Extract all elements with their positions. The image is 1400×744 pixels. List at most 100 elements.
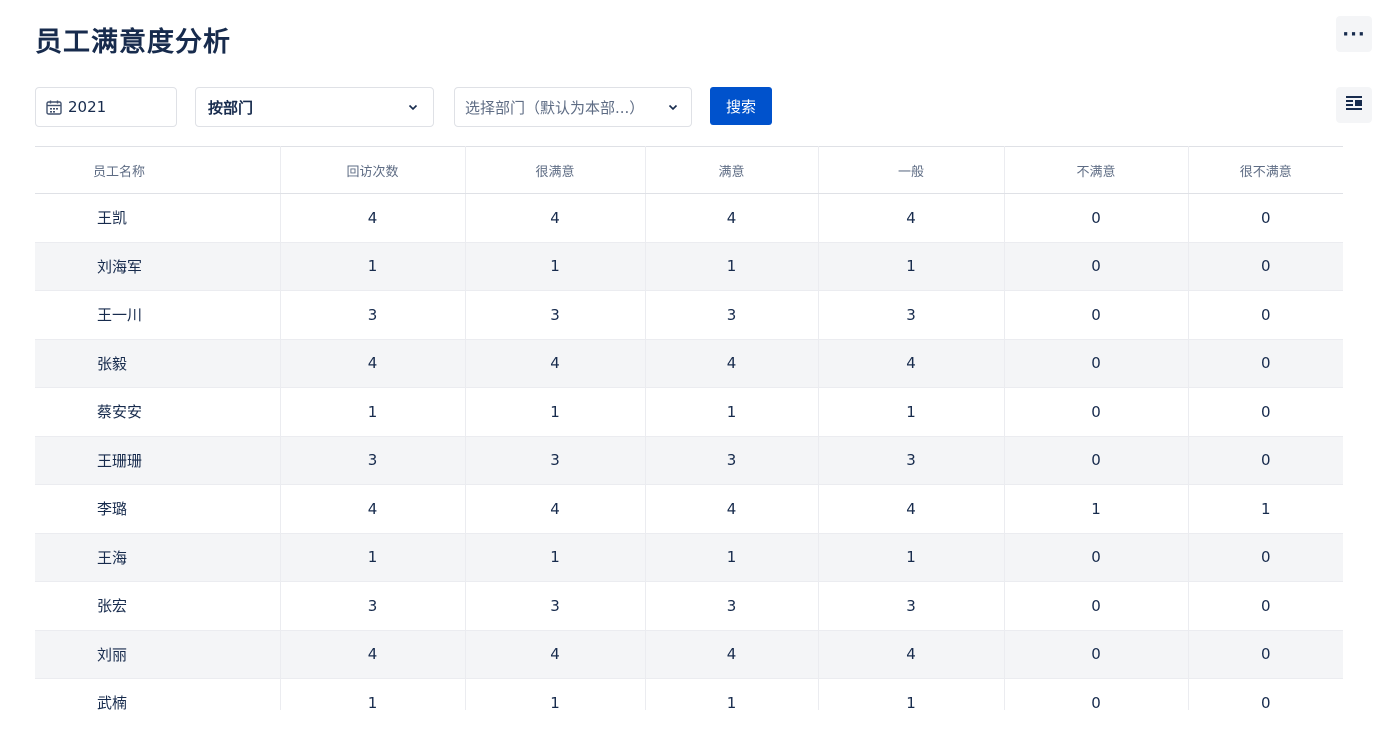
- very-satisfied-cell: 3: [465, 581, 646, 631]
- very-satisfied-cell: 3: [465, 290, 646, 340]
- filter-toolbar: 2021 按部门 选择部门（默认为本部...） 搜索: [0, 87, 1400, 127]
- visit-count-cell: 4: [280, 484, 466, 534]
- visit-count-cell: 4: [280, 630, 466, 679]
- header-visit-count[interactable]: 回访次数: [280, 146, 466, 194]
- dimension-value: 按部门: [208, 98, 254, 117]
- year-value: 2021: [68, 98, 107, 116]
- table-row[interactable]: 王凯 4 4 4 4 0 0: [35, 193, 1343, 243]
- table-row[interactable]: 刘海军 1 1 1 1 0 0: [35, 242, 1343, 291]
- satisfied-cell: 1: [645, 678, 819, 710]
- dissatisfied-cell: 0: [1004, 387, 1189, 437]
- dimension-select[interactable]: 按部门: [195, 87, 434, 127]
- table-row[interactable]: 张宏 3 3 3 3 0 0: [35, 581, 1343, 631]
- very-dissatisfied-cell: 0: [1188, 339, 1343, 388]
- table-row[interactable]: 蔡安安 1 1 1 1 0 0: [35, 387, 1343, 437]
- dissatisfied-cell: 1: [1004, 484, 1189, 534]
- employee-name-cell: 李璐: [35, 484, 281, 534]
- table-row[interactable]: 李璐 4 4 4 4 1 1: [35, 484, 1343, 534]
- dissatisfied-cell: 0: [1004, 242, 1189, 291]
- year-picker[interactable]: 2021: [35, 87, 177, 127]
- dissatisfied-cell: 0: [1004, 436, 1189, 485]
- very-dissatisfied-cell: 0: [1188, 436, 1343, 485]
- visit-count-cell: 1: [280, 387, 466, 437]
- satisfied-cell: 4: [645, 193, 819, 243]
- department-select[interactable]: 选择部门（默认为本部...）: [454, 87, 692, 127]
- dissatisfied-cell: 0: [1004, 678, 1189, 710]
- employee-name-cell: 王凯: [35, 193, 281, 243]
- employee-name-cell: 张毅: [35, 339, 281, 388]
- very-dissatisfied-cell: 0: [1188, 678, 1343, 710]
- very-dissatisfied-cell: 0: [1188, 630, 1343, 679]
- very-satisfied-cell: 1: [465, 678, 646, 710]
- chevron-down-icon: [667, 101, 679, 113]
- very-satisfied-cell: 1: [465, 387, 646, 437]
- visit-count-cell: 4: [280, 193, 466, 243]
- very-satisfied-cell: 4: [465, 339, 646, 388]
- employee-name-cell: 张宏: [35, 581, 281, 631]
- satisfied-cell: 3: [645, 436, 819, 485]
- dissatisfied-cell: 0: [1004, 630, 1189, 679]
- neutral-cell: 1: [818, 678, 1005, 710]
- very-dissatisfied-cell: 0: [1188, 242, 1343, 291]
- header-satisfied[interactable]: 满意: [645, 146, 819, 194]
- satisfied-cell: 4: [645, 630, 819, 679]
- employee-name-cell: 蔡安安: [35, 387, 281, 437]
- employee-name-cell: 刘丽: [35, 630, 281, 679]
- very-dissatisfied-cell: 0: [1188, 387, 1343, 437]
- very-dissatisfied-cell: 0: [1188, 290, 1343, 340]
- satisfied-cell: 4: [645, 484, 819, 534]
- neutral-cell: 4: [818, 484, 1005, 534]
- employee-name-cell: 刘海军: [35, 242, 281, 291]
- neutral-cell: 1: [818, 533, 1005, 582]
- search-button[interactable]: 搜索: [710, 87, 772, 125]
- very-dissatisfied-cell: 0: [1188, 193, 1343, 243]
- dissatisfied-cell: 0: [1004, 193, 1189, 243]
- visit-count-cell: 1: [280, 533, 466, 582]
- employee-name-cell: 武楠: [35, 678, 281, 710]
- neutral-cell: 4: [818, 630, 1005, 679]
- table-row[interactable]: 王海 1 1 1 1 0 0: [35, 533, 1343, 582]
- neutral-cell: 1: [818, 242, 1005, 291]
- header-very-dissatisfied[interactable]: 很不满意: [1188, 146, 1343, 194]
- header-dissatisfied[interactable]: 不满意: [1004, 146, 1189, 194]
- employee-name-cell: 王珊珊: [35, 436, 281, 485]
- neutral-cell: 4: [818, 339, 1005, 388]
- very-dissatisfied-cell: 0: [1188, 533, 1343, 582]
- visit-count-cell: 3: [280, 581, 466, 631]
- dissatisfied-cell: 0: [1004, 533, 1189, 582]
- dissatisfied-cell: 0: [1004, 581, 1189, 631]
- very-satisfied-cell: 3: [465, 436, 646, 485]
- table-header-row: 员工名称 回访次数 很满意 满意 一般 不满意 很不满意: [35, 146, 1343, 194]
- calendar-icon: [46, 100, 62, 115]
- more-horizontal-icon: ···: [1342, 23, 1366, 45]
- satisfied-cell: 1: [645, 242, 819, 291]
- chevron-down-icon: [407, 101, 419, 113]
- header-neutral[interactable]: 一般: [818, 146, 1005, 194]
- table-row[interactable]: 王珊珊 3 3 3 3 0 0: [35, 436, 1343, 485]
- visit-count-cell: 4: [280, 339, 466, 388]
- very-dissatisfied-cell: 1: [1188, 484, 1343, 534]
- satisfied-cell: 1: [645, 533, 819, 582]
- column-settings-button[interactable]: [1336, 87, 1372, 123]
- very-satisfied-cell: 4: [465, 630, 646, 679]
- neutral-cell: 3: [818, 436, 1005, 485]
- neutral-cell: 1: [818, 387, 1005, 437]
- visit-count-cell: 3: [280, 290, 466, 340]
- neutral-cell: 3: [818, 581, 1005, 631]
- table-row[interactable]: 武楠 1 1 1 1 0 0: [35, 678, 1343, 710]
- table-row[interactable]: 刘丽 4 4 4 4 0 0: [35, 630, 1343, 679]
- visit-count-cell: 1: [280, 678, 466, 710]
- header-employee-name[interactable]: 员工名称: [35, 146, 281, 194]
- employee-name-cell: 王一川: [35, 290, 281, 340]
- satisfied-cell: 1: [645, 387, 819, 437]
- neutral-cell: 3: [818, 290, 1005, 340]
- very-satisfied-cell: 4: [465, 193, 646, 243]
- very-satisfied-cell: 1: [465, 242, 646, 291]
- table-row[interactable]: 张毅 4 4 4 4 0 0: [35, 339, 1343, 388]
- table-row[interactable]: 王一川 3 3 3 3 0 0: [35, 290, 1343, 340]
- more-button[interactable]: ···: [1336, 16, 1372, 52]
- table-columns-icon: [1345, 95, 1363, 115]
- satisfied-cell: 4: [645, 339, 819, 388]
- header-very-satisfied[interactable]: 很满意: [465, 146, 646, 194]
- dissatisfied-cell: 0: [1004, 339, 1189, 388]
